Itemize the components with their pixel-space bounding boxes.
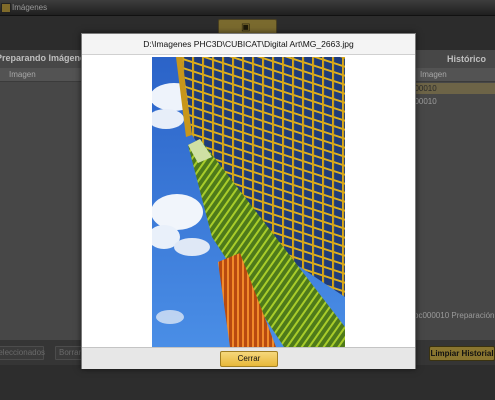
preparing-images-header: Preparando Imágenes <box>0 53 91 63</box>
right-column-header-label: Imagen <box>420 70 447 79</box>
table-row[interactable]: pc00010 <box>406 83 495 94</box>
dialog-title: D:\Imagenes PHC3D\CUBICAT\Digital Art\MG… <box>143 39 354 49</box>
selected-button[interactable]: Seleccionados <box>0 346 46 360</box>
close-button[interactable]: Cerrar <box>220 351 278 367</box>
window-title: Imágenes <box>12 3 48 12</box>
selected-button-label: Seleccionados <box>0 348 46 357</box>
left-column-header[interactable]: Imagen <box>0 68 82 82</box>
clear-history-button[interactable]: Limpiar Historial <box>429 346 495 361</box>
title-bar: Imágenes <box>0 0 495 16</box>
preparing-images-panel: Preparando Imágenes <box>0 50 90 340</box>
delete-button-label: Borrar <box>59 348 82 357</box>
dialog-header: D:\Imagenes PHC3D\CUBICAT\Digital Art\MG… <box>82 34 415 55</box>
app-icon <box>1 3 11 13</box>
clear-history-label: Limpiar Historial <box>430 349 494 358</box>
left-column-header-label: Imagen <box>9 70 36 79</box>
footer-bar <box>0 365 495 400</box>
right-column-header[interactable]: Imagen <box>414 68 495 82</box>
close-button-label: Cerrar <box>237 354 261 363</box>
history-status: pc000010 Preparación y subida <box>414 310 495 322</box>
camera-icon: ▣ <box>241 22 251 33</box>
dialog-footer: Cerrar <box>82 347 415 369</box>
preview-image <box>152 57 345 347</box>
dialog-body <box>82 55 415 347</box>
history-header: Histórico <box>447 54 487 64</box>
image-viewer-dialog: D:\Imagenes PHC3D\CUBICAT\Digital Art\MG… <box>81 33 416 369</box>
history-status-text: pc000010 Preparación y subida <box>414 311 495 320</box>
table-row[interactable]: pc00010 <box>406 96 495 107</box>
